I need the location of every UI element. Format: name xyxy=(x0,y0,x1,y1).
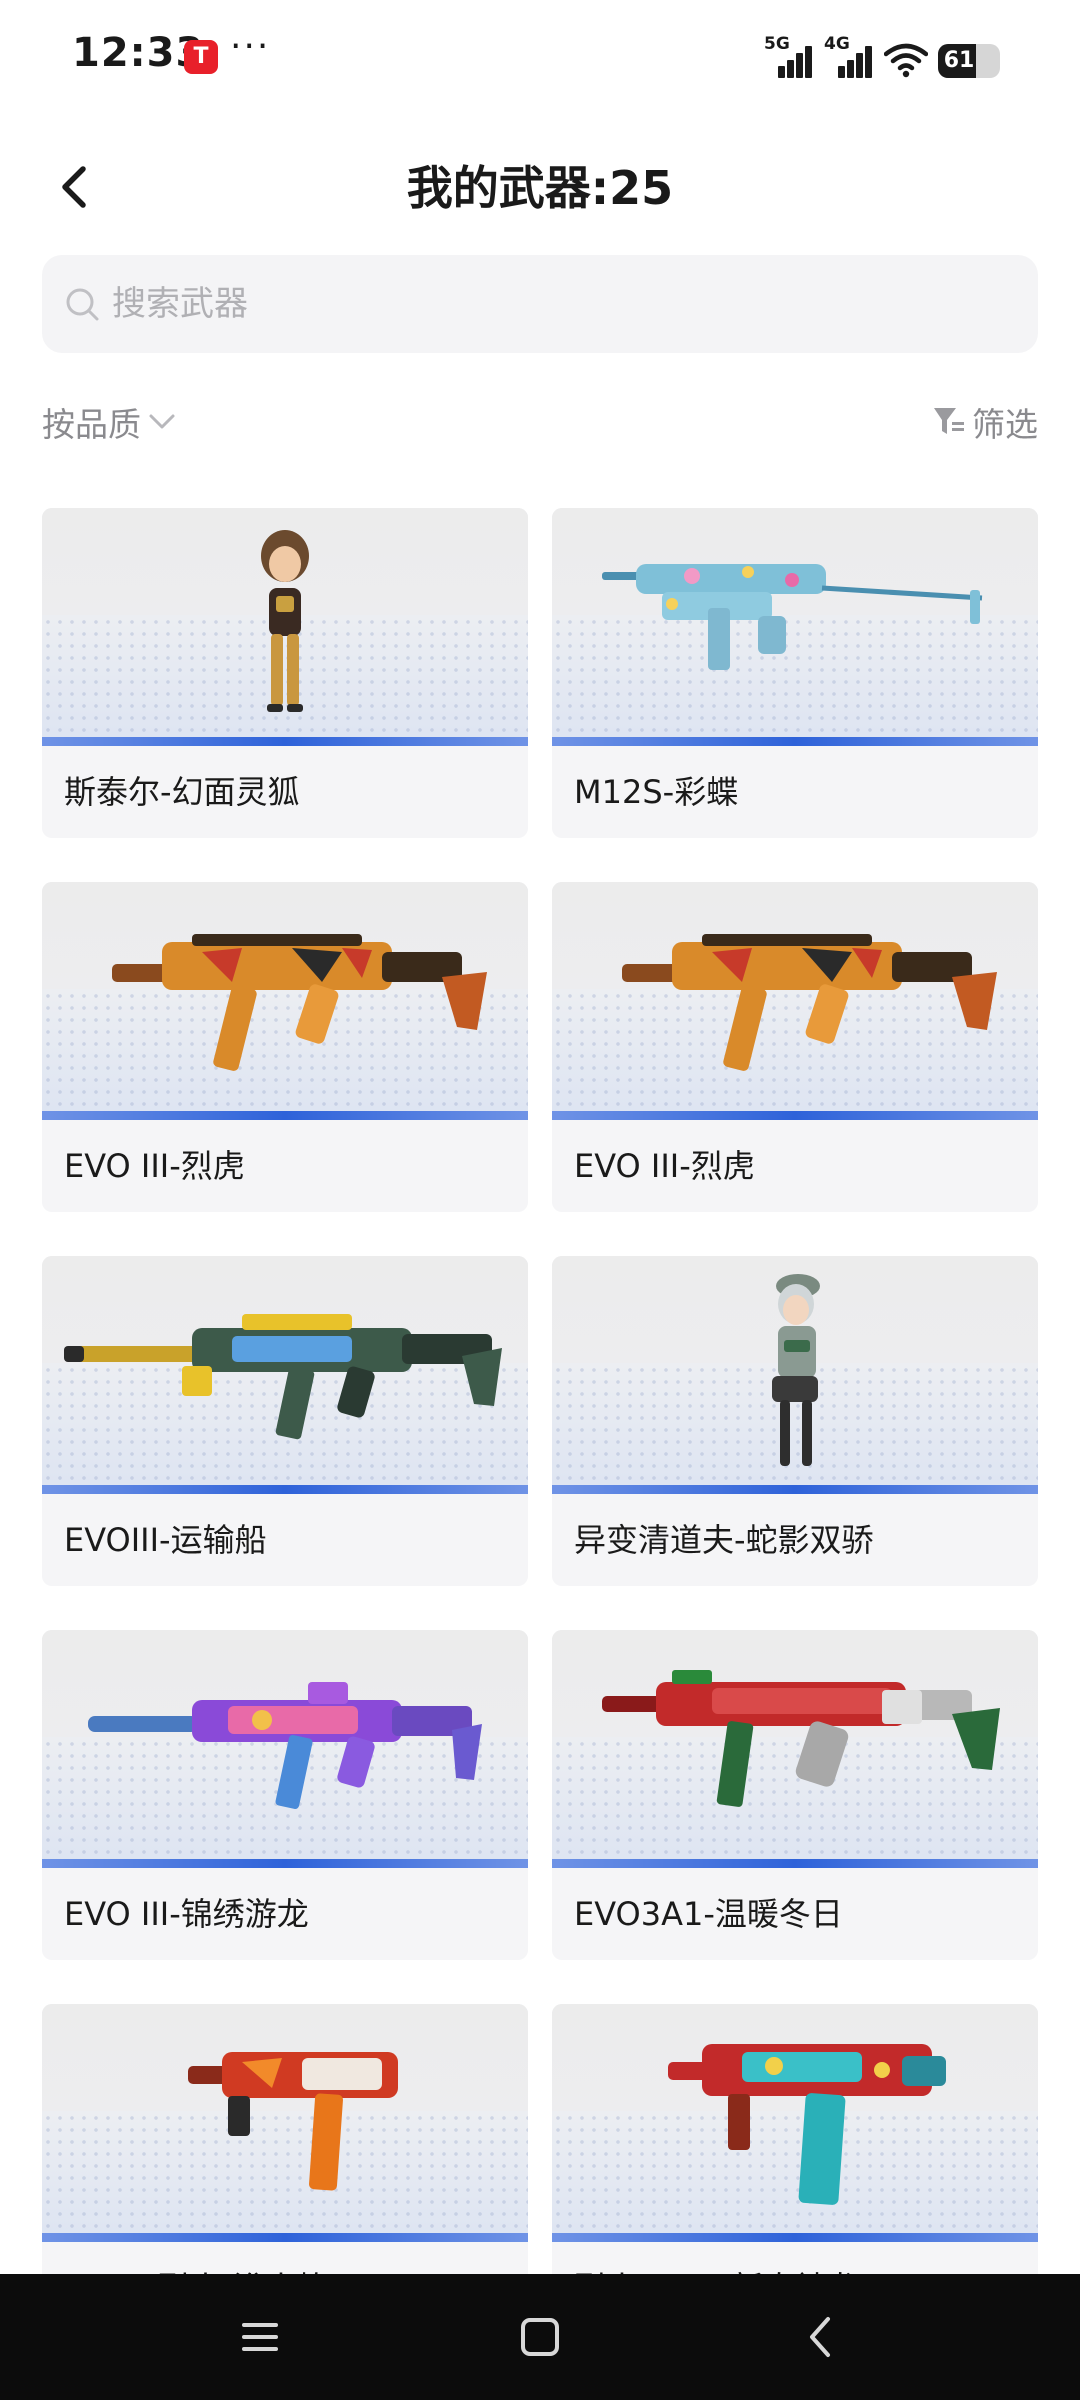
search-icon xyxy=(66,288,99,321)
more-notifications-icon: ··· xyxy=(230,26,271,67)
filter-icon xyxy=(934,408,964,434)
weapon-image xyxy=(552,508,1038,746)
weapon-card[interactable]: EVO III-烈虎 xyxy=(42,882,528,1212)
weapon-name: EVO3A1-温暖冬日 xyxy=(574,1895,843,1933)
weapon-name: EVOIII-运输船 xyxy=(64,1521,267,1559)
weapon-image xyxy=(552,1256,1038,1494)
weapon-name: M12S-彩蝶 xyxy=(574,773,739,811)
signal-5g-icon: 5G xyxy=(764,34,814,78)
smg-butterfly-art xyxy=(602,564,983,670)
character-snake-art xyxy=(772,1274,820,1466)
sort-label: 按品质 xyxy=(42,405,141,444)
battery-icon: 61 xyxy=(938,44,1000,78)
smg-tiger-art xyxy=(112,934,487,1071)
weapon-name: EVO III-烈虎 xyxy=(64,1147,245,1185)
weapon-name: 斯泰尔-幻面灵狐 xyxy=(64,773,300,811)
weapon-grid: 斯泰尔-幻面灵狐 M12S-彩蝶 EVO III-烈虎 EVO III-烈虎 E… xyxy=(42,508,1038,2334)
character-fox-art xyxy=(261,530,309,712)
weapon-name: EVO III-烈虎 xyxy=(574,1147,755,1185)
weapon-image xyxy=(552,2004,1038,2242)
menu-icon xyxy=(242,2323,278,2351)
status-bar: 12:33 T ··· 5G 4G 61 xyxy=(0,0,1080,110)
weapon-card[interactable]: 异变清道夫-蛇影双骄 xyxy=(552,1256,1038,1586)
weapon-card[interactable]: EVOIII-运输船 xyxy=(42,1256,528,1586)
smg-fire-art xyxy=(188,2052,398,2191)
filter-button[interactable]: 筛选 xyxy=(932,398,1038,446)
battery-level: 61 xyxy=(943,48,975,73)
weapon-card[interactable]: EVO3A1-温暖冬日 xyxy=(552,1630,1038,1960)
search-input[interactable] xyxy=(112,284,992,324)
smg-winter-art xyxy=(602,1670,1000,1807)
search-bar[interactable] xyxy=(42,255,1038,353)
home-button[interactable] xyxy=(495,2292,585,2382)
page-header: 我的武器:25 xyxy=(0,130,1080,240)
signal-4g-icon: 4G xyxy=(824,34,874,78)
weapon-image xyxy=(42,1630,528,1868)
app-screen: 12:33 T ··· 5G 4G 61 我的武器:25 搜索武器 按品质 筛选… xyxy=(0,0,1080,2400)
sort-by-quality-dropdown[interactable]: 按品质 xyxy=(42,398,177,446)
weapon-card[interactable]: EVO III-烈虎 xyxy=(552,882,1038,1212)
wifi-icon xyxy=(884,43,928,78)
weapon-image xyxy=(42,1256,528,1494)
weapon-card[interactable]: M12S-彩蝶 xyxy=(552,508,1038,838)
weapon-card[interactable]: EVO III-锦绣游龙 xyxy=(42,1630,528,1960)
filter-row: 按品质 筛选 xyxy=(42,392,1038,452)
weapon-image xyxy=(42,508,528,746)
weapon-name: 异变清道夫-蛇影双骄 xyxy=(574,1521,874,1559)
weapon-name: EVO III-锦绣游龙 xyxy=(64,1895,309,1933)
filter-label: 筛选 xyxy=(972,405,1038,444)
smg-tiger-art xyxy=(622,934,997,1071)
weapon-image xyxy=(42,2004,528,2242)
back-icon xyxy=(810,2317,830,2357)
smg-dragon-art xyxy=(88,1682,482,1809)
weapon-image xyxy=(552,882,1038,1120)
chevron-down-icon xyxy=(149,414,175,429)
weapon-card[interactable]: 斯泰尔-幻面灵狐 xyxy=(42,508,528,838)
weapon-image xyxy=(42,882,528,1120)
weapon-image xyxy=(552,1630,1038,1868)
smg-transport-art xyxy=(64,1314,502,1440)
system-back-button[interactable] xyxy=(775,2292,865,2382)
home-icon xyxy=(521,2318,559,2356)
status-indicators: 5G 4G 61 xyxy=(764,34,1000,78)
system-nav-bar xyxy=(0,2274,1080,2400)
smg-newyear-art xyxy=(668,2044,946,2205)
page-title: 我的武器:25 xyxy=(406,161,674,215)
recent-apps-button[interactable] xyxy=(215,2292,305,2382)
app-notification-icon: T xyxy=(184,40,218,74)
